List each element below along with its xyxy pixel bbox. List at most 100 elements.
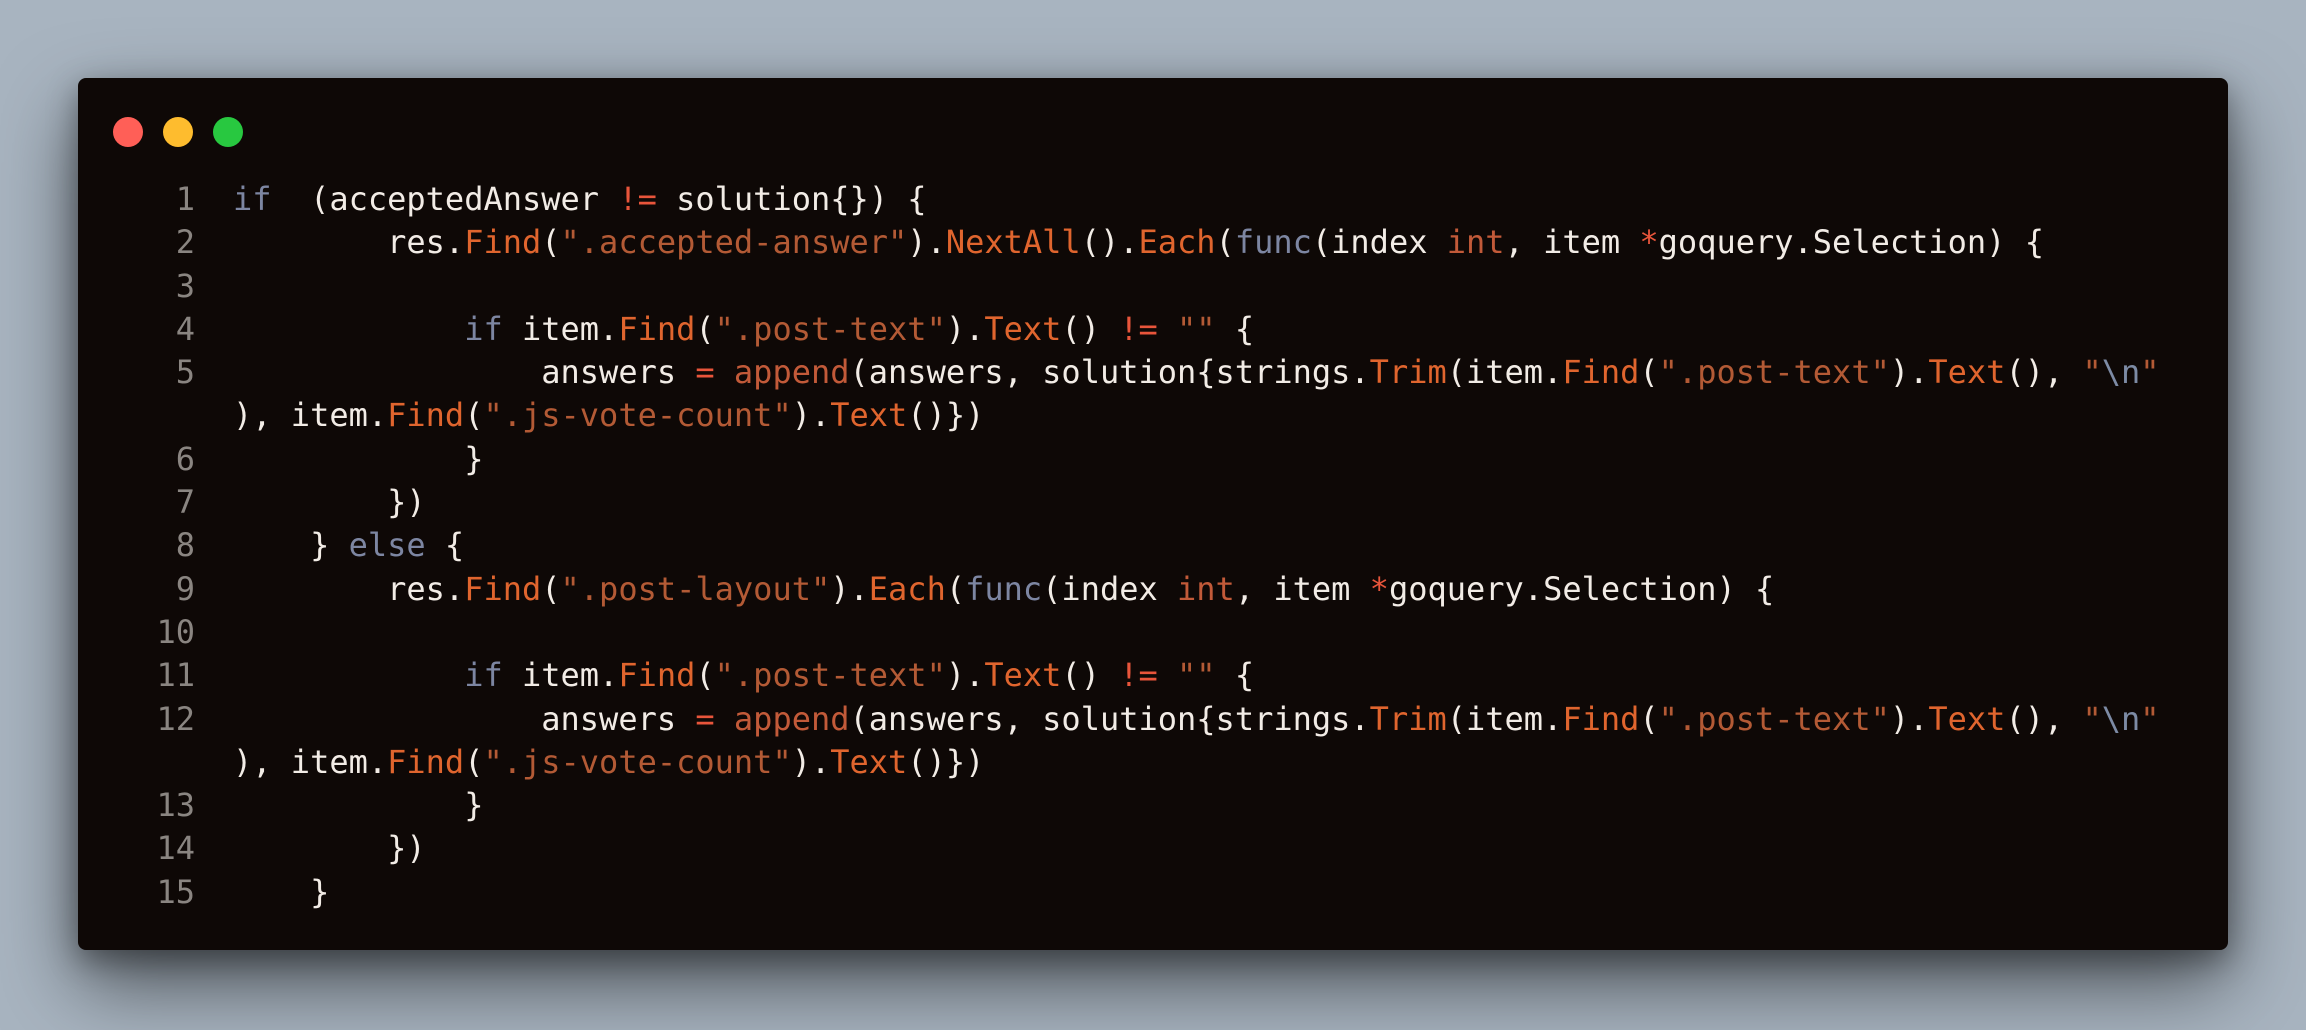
code-line: 11 if item.Find(".post-text").Text() != … <box>78 654 2228 697</box>
minimize-button[interactable] <box>163 117 193 147</box>
code-line: 8 } else { <box>78 524 2228 567</box>
code-token: (item. <box>1446 699 1563 738</box>
code-token: ".js-vote-count" <box>483 396 792 435</box>
code-token: ( <box>464 742 484 781</box>
code-token: NextAll <box>945 223 1081 262</box>
code-line: ), item.Find(".js-vote-count").Text()}) <box>78 741 2228 784</box>
code-token: append <box>733 699 850 738</box>
code-token: if <box>464 309 503 348</box>
window-controls <box>113 117 243 147</box>
code-token: Text <box>1928 353 2006 392</box>
code-token: ( <box>695 656 715 695</box>
code-token: }) <box>233 829 426 868</box>
code-token: Find <box>1562 699 1640 738</box>
code-token: { <box>1215 309 1255 348</box>
line-content: } <box>233 438 2228 481</box>
code-token: func <box>1234 223 1312 262</box>
code-token: Find <box>387 396 465 435</box>
code-token: int <box>1177 569 1235 608</box>
line-content: } <box>233 871 2228 914</box>
line-number: 12 <box>156 699 195 738</box>
line-number: 7 <box>175 483 195 522</box>
line-number: 14 <box>156 829 195 868</box>
code-token: ".accepted-answer" <box>560 223 908 262</box>
code-line: 7 }) <box>78 481 2228 524</box>
code-token: if <box>464 656 503 695</box>
close-button[interactable] <box>113 117 143 147</box>
code-token: answers <box>233 699 696 738</box>
code-line: 1 if (acceptedAnswer != solution{}) { <box>78 178 2228 221</box>
code-token: ( <box>695 309 715 348</box>
code-line: 12 answers = append(answers, solution{st… <box>78 698 2228 741</box>
code-token: () <box>1061 656 1120 695</box>
line-number <box>78 394 233 437</box>
code-line: 4 if item.Find(".post-text").Text() != "… <box>78 308 2228 351</box>
code-token: Text <box>830 742 908 781</box>
code-token: ".post-text" <box>1658 699 1890 738</box>
code-token: (), <box>2005 699 2083 738</box>
code-token: Find <box>464 569 542 608</box>
code-token: Text <box>984 656 1062 695</box>
code-token: " <box>2140 353 2160 392</box>
code-line: 5 answers = append(answers, solution{str… <box>78 351 2228 394</box>
line-number: 5 <box>175 353 195 392</box>
code-token: ). <box>945 656 985 695</box>
line-content <box>233 611 2228 654</box>
line-number: 4 <box>175 309 195 348</box>
line-content: ), item.Find(".js-vote-count").Text()}) <box>233 741 2228 784</box>
code-token: ), item. <box>233 396 388 435</box>
code-token: () <box>1061 309 1120 348</box>
code-token: goquery.Selection) { <box>1658 223 2044 262</box>
code-token: != <box>1119 656 1158 695</box>
code-token: (item. <box>1446 353 1563 392</box>
code-token: ( <box>1639 699 1659 738</box>
line-number <box>78 741 233 784</box>
code-token: ( <box>541 569 561 608</box>
code-token: append <box>733 353 850 392</box>
code-token: ()}) <box>907 396 985 435</box>
line-number: 8 <box>175 526 195 565</box>
code-token: else <box>348 526 426 565</box>
code-token: "" <box>1177 309 1216 348</box>
line-number: 15 <box>156 872 195 911</box>
code-token: " <box>2082 699 2102 738</box>
code-line: 13 } <box>78 784 2228 827</box>
code-token: int <box>1446 223 1505 262</box>
line-number: 3 <box>175 266 195 305</box>
code-token: } <box>233 526 349 565</box>
code-token: ). <box>830 569 869 608</box>
line-content: res.Find(".post-layout").Each(func(index… <box>233 568 2228 611</box>
code-token: }) <box>233 483 426 522</box>
code-token: { <box>425 526 465 565</box>
code-token: Each <box>868 569 946 608</box>
code-token: , item <box>1234 569 1370 608</box>
code-token: answers <box>233 353 696 392</box>
code-token: ). <box>791 742 831 781</box>
code-token: \n <box>2101 699 2141 738</box>
code-token: = <box>695 699 715 738</box>
code-token: " <box>2140 699 2160 738</box>
code-token: ".js-vote-count" <box>483 742 792 781</box>
line-content: } <box>233 784 2228 827</box>
code-token: { <box>1215 656 1255 695</box>
code-token: ()}) <box>907 742 985 781</box>
line-number: 10 <box>156 612 195 651</box>
code-token: solution{}) { <box>656 180 927 218</box>
code-token: Find <box>464 223 542 262</box>
line-number: 1 <box>175 180 195 218</box>
code-token: Find <box>618 309 696 348</box>
code-token: ".post-text" <box>714 309 946 348</box>
line-content: answers = append(answers, solution{strin… <box>233 698 2228 741</box>
code-line: 10 <box>78 611 2228 654</box>
line-content: ), item.Find(".js-vote-count").Text()}) <box>233 394 2228 437</box>
code-token: = <box>695 353 715 392</box>
code-line: 9 res.Find(".post-layout").Each(func(ind… <box>78 568 2228 611</box>
line-content: if item.Find(".post-text").Text() != "" … <box>233 654 2228 697</box>
code-token: ). <box>945 309 985 348</box>
maximize-button[interactable] <box>213 117 243 147</box>
line-content: res.Find(".accepted-answer").NextAll().E… <box>233 221 2228 264</box>
code-token: ( <box>1215 223 1235 262</box>
